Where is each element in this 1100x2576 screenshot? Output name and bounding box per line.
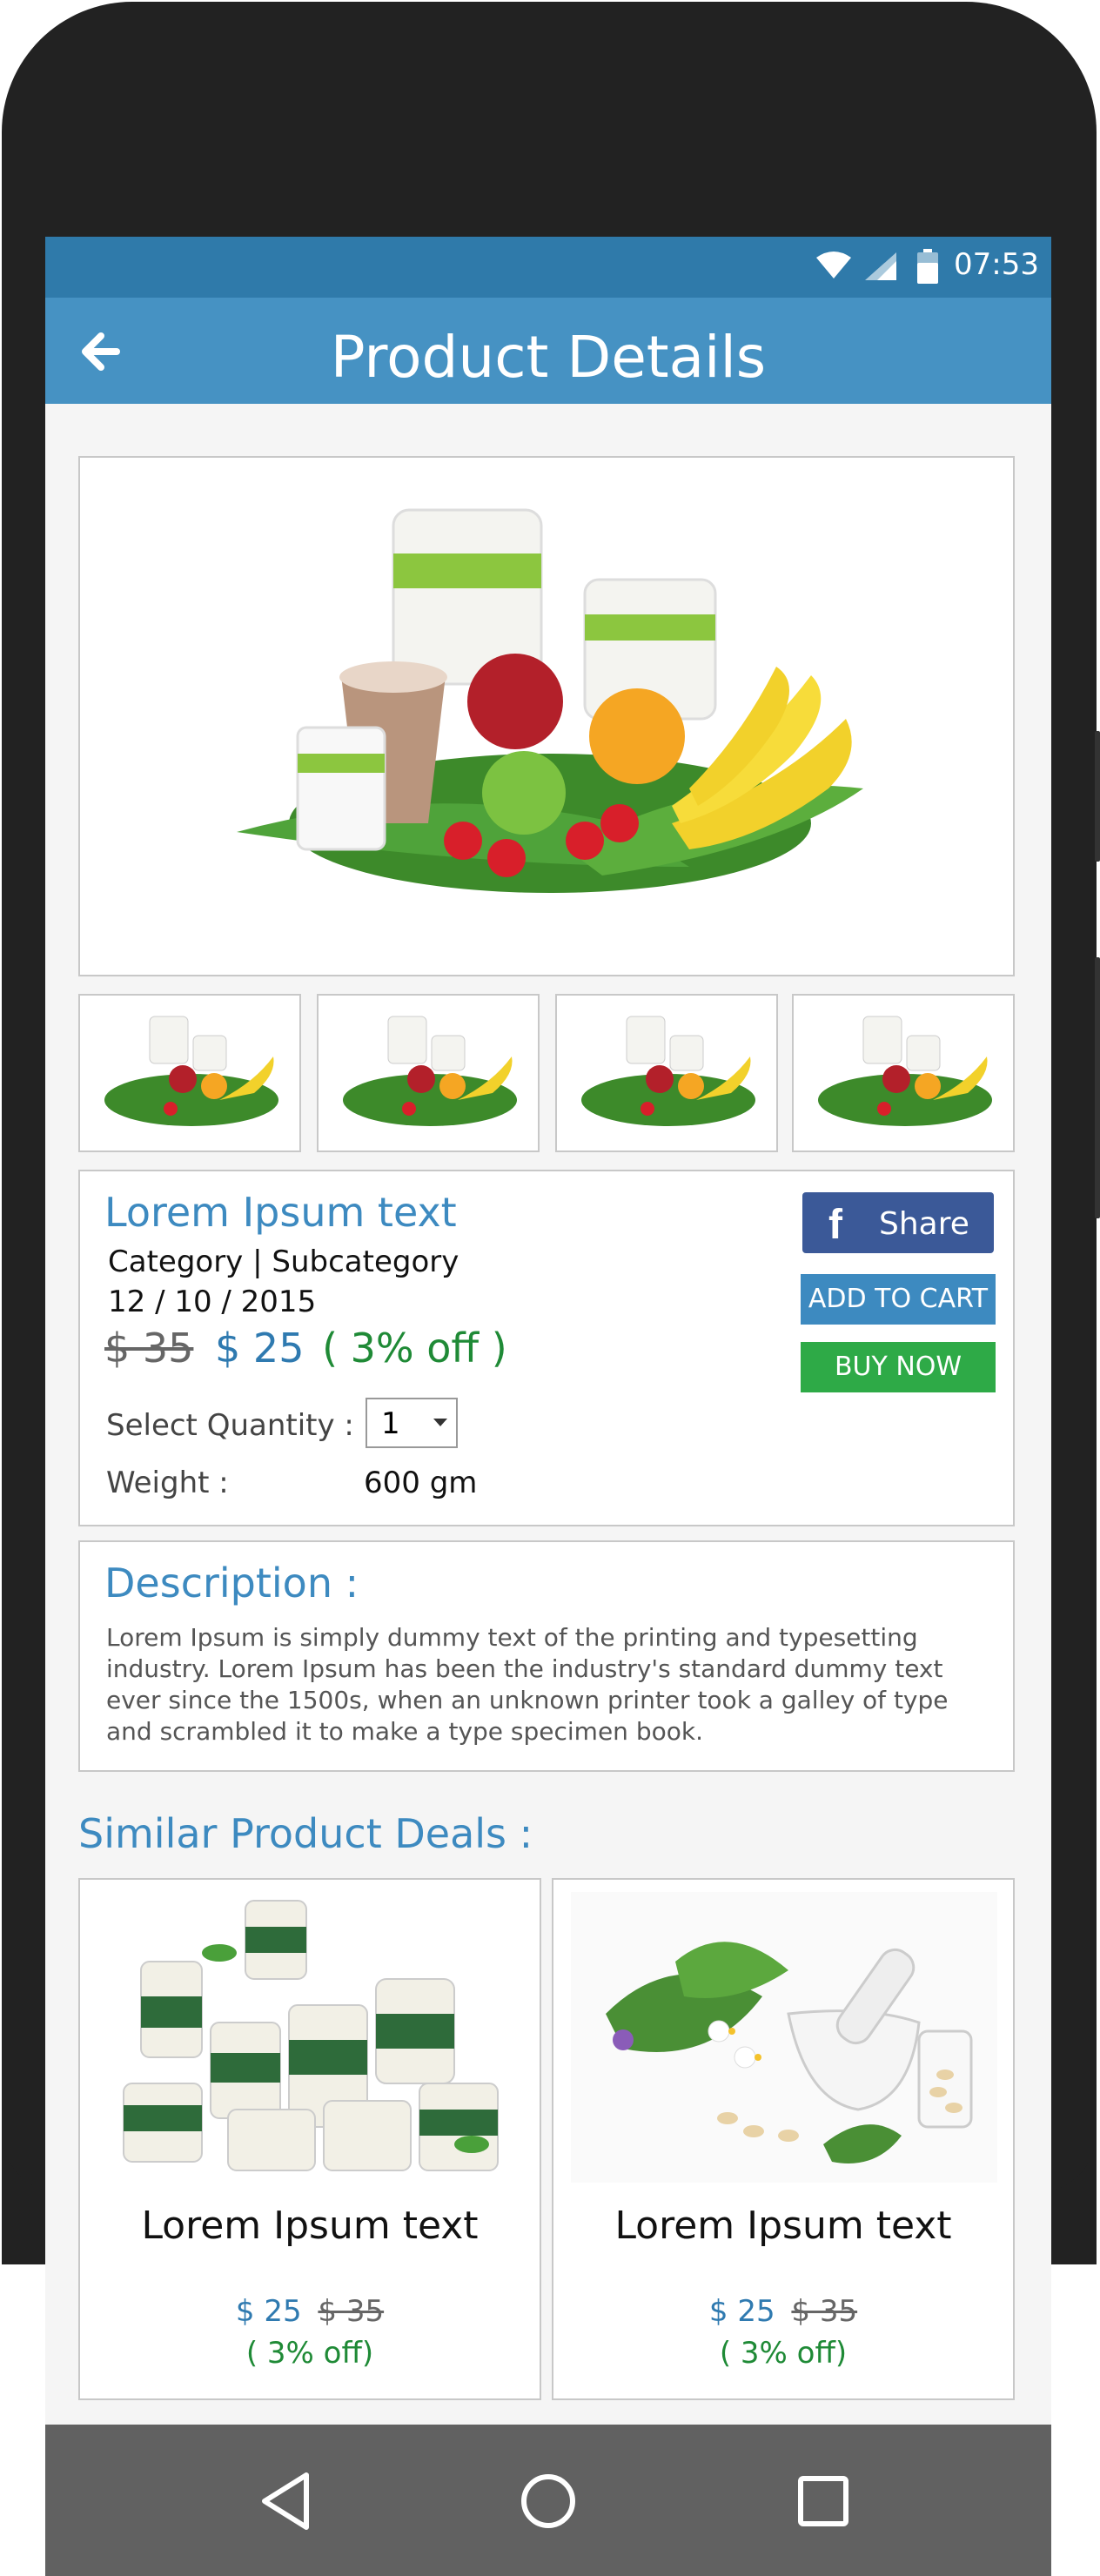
description-card: Description : Lorem Ipsum is simply dumm… (78, 1540, 1015, 1772)
deal-name: Lorem Ipsum text (141, 2204, 479, 2248)
deal-product-photo (123, 1900, 499, 2171)
quantity-label: Select Quantity : (106, 1408, 354, 1443)
app-screen: 07:53 Product Details Lorem Ipsum text C… (45, 237, 1051, 2576)
weight-value: 600 gm (364, 1466, 478, 1500)
product-name: Lorem Ipsum text (104, 1189, 457, 1236)
description-title: Description : (104, 1560, 359, 1607)
old-price: $ 35 (104, 1325, 194, 1372)
thumbnail-photo (818, 1016, 992, 1126)
similar-deal-card[interactable]: Lorem Ipsum text $ 25 $ 35 ( 3% off) (552, 1878, 1015, 2400)
thumbnail[interactable] (78, 994, 301, 1152)
wifi-icon (816, 252, 851, 278)
discount-label: ( 3% off ) (322, 1325, 507, 1372)
deal-discount: ( 3% off) (245, 2336, 374, 2371)
quantity-select[interactable]: 1 (366, 1398, 458, 1448)
deal-product-photo (571, 1892, 997, 2183)
deal-name: Lorem Ipsum text (614, 2204, 952, 2248)
new-price: $ 25 (215, 1325, 305, 1372)
status-time: 07:53 (954, 247, 1039, 282)
deal-new-price: $ 25 (708, 2294, 775, 2329)
weight-label: Weight : (106, 1466, 229, 1500)
home-circle-icon[interactable] (513, 2466, 583, 2536)
dropdown-arrow-icon (433, 1419, 447, 1426)
deal-new-price: $ 25 (235, 2294, 302, 2329)
thumbnail[interactable] (555, 994, 778, 1152)
deal-old-price: $ 35 (791, 2294, 858, 2329)
battery-icon (917, 249, 938, 284)
deal-price-row: $ 25 $ 35 (553, 2294, 1013, 2329)
add-to-cart-button[interactable]: ADD TO CART (801, 1274, 996, 1325)
thumbnail-photo (343, 1016, 517, 1126)
deal-old-price: $ 35 (318, 2294, 385, 2329)
product-photo (237, 508, 863, 893)
share-label: Share (879, 1206, 969, 1242)
product-date: 12 / 10 / 2015 (108, 1285, 317, 1319)
similar-deals-title: Similar Product Deals : (78, 1810, 533, 1857)
phone-side-button (1095, 731, 1100, 862)
facebook-share-button[interactable]: f Share (802, 1192, 994, 1253)
main-product-image[interactable] (78, 456, 1015, 976)
quantity-value: 1 (381, 1406, 400, 1441)
description-text: Lorem Ipsum is simply dummy text of the … (106, 1623, 949, 1746)
thumbnail[interactable] (792, 994, 1015, 1152)
system-nav-bar (45, 2425, 1051, 2576)
app-bar: Product Details (45, 298, 1051, 404)
facebook-icon: f (828, 1202, 842, 1248)
deal-discount: ( 3% off) (719, 2336, 848, 2371)
signal-icon (865, 252, 896, 280)
page-title: Product Details (330, 324, 767, 391)
thumbnail[interactable] (317, 994, 540, 1152)
thumbnail-photo (581, 1016, 755, 1126)
recents-square-icon[interactable] (788, 2466, 858, 2536)
product-category: Category | Subcategory (108, 1244, 459, 1279)
thumbnail-photo (104, 1016, 278, 1126)
price-row: $ 35 $ 25 ( 3% off ) (104, 1325, 507, 1372)
deal-price-row: $ 25 $ 35 (80, 2294, 540, 2329)
phone-side-button (1095, 957, 1100, 1218)
similar-deal-card[interactable]: Lorem Ipsum text $ 25 $ 35 ( 3% off) (78, 1878, 541, 2400)
status-bar: 07:53 (45, 237, 1051, 298)
back-triangle-icon[interactable] (254, 2466, 324, 2536)
buy-now-button[interactable]: BUY NOW (801, 1342, 996, 1392)
product-info-card: Lorem Ipsum text Category | Subcategory … (78, 1170, 1015, 1526)
